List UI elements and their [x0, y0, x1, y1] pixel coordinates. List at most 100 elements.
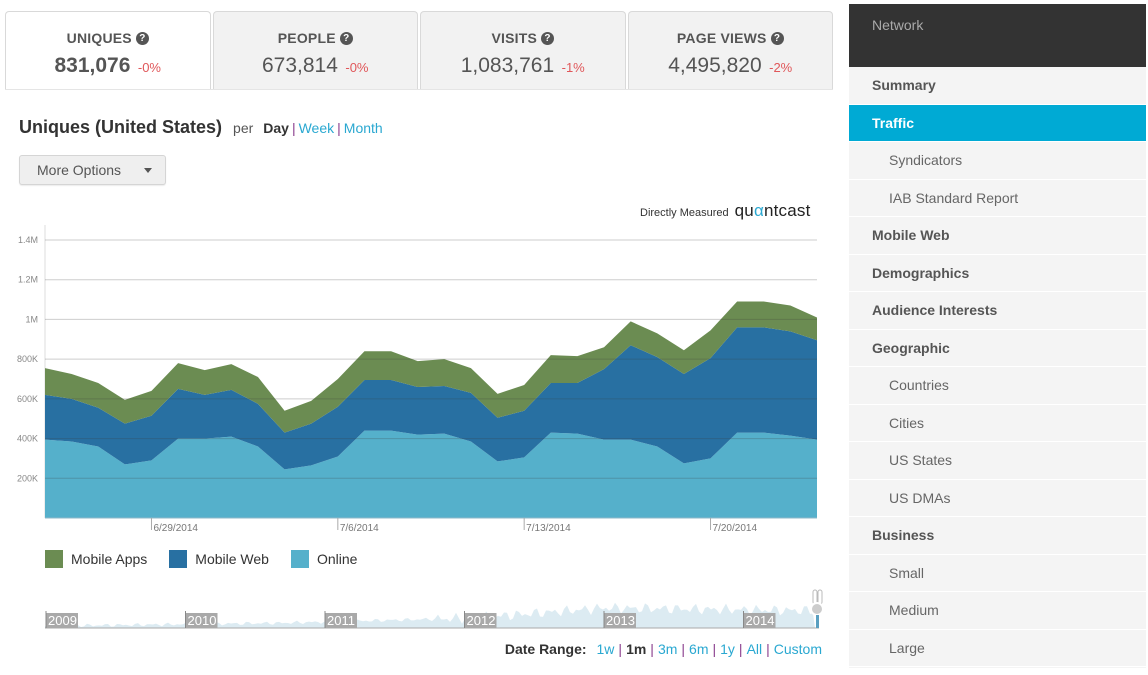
help-icon[interactable]: ?	[770, 31, 784, 45]
logo-accent: α	[753, 201, 764, 220]
legend-label: Mobile Web	[195, 551, 269, 567]
y-tick-label: 200K	[17, 473, 38, 483]
separator: |	[291, 120, 296, 136]
help-icon[interactable]: ?	[339, 31, 353, 45]
directly-measured-text: Directly Measured	[640, 207, 729, 219]
separator: |	[738, 641, 743, 657]
sidebar-item-cities[interactable]: Cities	[849, 405, 1146, 442]
navigator-selection	[816, 615, 819, 628]
handle-knob	[810, 602, 824, 616]
metric-label: UNIQUES	[66, 30, 132, 46]
date-range: Date Range: 1w | 1m | 3m | 6m | 1y | All…	[505, 641, 822, 657]
metric-label-wrap: UNIQUES ?	[67, 30, 149, 46]
sidebar-item-iab-standard-report[interactable]: IAB Standard Report	[849, 180, 1146, 217]
legend-item-mobile-apps[interactable]: Mobile Apps	[45, 550, 147, 568]
navigator-series	[45, 602, 815, 628]
metric-label-wrap: VISITS ?	[491, 30, 555, 46]
date-range-6m[interactable]: 6m	[689, 641, 708, 657]
metric-tab-uniques[interactable]: UNIQUES ? 831,076 -0%	[5, 11, 211, 90]
sidebar-item-medium[interactable]: Medium	[849, 592, 1146, 630]
separator: |	[766, 641, 770, 657]
y-tick-label: 1.4M	[18, 235, 38, 245]
navigator-year-label: 2011	[327, 613, 355, 628]
date-range-all[interactable]: All	[747, 641, 763, 657]
sidebar-item-traffic[interactable]: Traffic	[849, 104, 1146, 142]
x-tick-label: 6/29/2014	[153, 523, 198, 534]
separator: |	[650, 641, 654, 657]
y-tick-label: 800K	[17, 354, 38, 364]
handle-grip	[817, 589, 823, 605]
period-month[interactable]: Month	[344, 120, 383, 136]
logo-part: qu	[734, 201, 754, 220]
date-range-1w[interactable]: 1w	[597, 641, 615, 657]
help-icon[interactable]: ?	[135, 31, 149, 45]
directly-measured: Directly Measured quαntcast	[640, 201, 811, 221]
sidebar-item-us-states[interactable]: US States	[849, 442, 1146, 480]
sidebar-item-countries[interactable]: Countries	[849, 367, 1146, 405]
x-tick-label: 7/20/2014	[713, 523, 758, 534]
x-tick-label: 7/13/2014	[526, 523, 571, 534]
sidebar-item-syndicators[interactable]: Syndicators	[849, 142, 1146, 180]
y-tick-label: 1M	[25, 314, 38, 324]
metric-tab-visits[interactable]: VISITS ? 1,083,761 -1%	[420, 11, 626, 90]
metric-value: 1,083,761	[460, 54, 555, 77]
date-range-custom[interactable]: Custom	[774, 641, 822, 657]
sidebar-nav: Network Summary Traffic Syndicators IAB Sta…	[849, 4, 1146, 668]
metric-change: -0%	[137, 60, 161, 75]
date-range-label: Date Range:	[504, 641, 587, 657]
sidebar-item-small[interactable]: Small	[849, 555, 1146, 592]
date-range-3m[interactable]: 3m	[658, 641, 677, 657]
sidebar-item-mobile-web[interactable]: Mobile Web	[849, 217, 1146, 255]
metric-value: 4,495,820	[668, 54, 762, 77]
legend-item-online[interactable]: Online	[290, 550, 357, 568]
legend-swatch	[169, 550, 188, 568]
legend-swatch	[45, 550, 63, 568]
sidebar-item-geographic[interactable]: Geographic	[849, 330, 1146, 367]
date-range-1y[interactable]: 1y	[720, 641, 735, 657]
date-range-1m[interactable]: 1m	[626, 641, 646, 657]
metric-tab-page-views[interactable]: PAGE VIEWS ? 4,495,820 -2%	[627, 11, 833, 90]
chart-legend: Mobile Apps Mobile Web Online	[45, 550, 357, 568]
metric-value: 673,814	[262, 54, 338, 77]
date-navigator[interactable]: 2009 2010 2011 2012 2013 2014	[45, 588, 825, 633]
navigator-year-label: 2013	[606, 613, 635, 628]
uniques-area-chart: 200K 400K 600K 800K 1M 1.2M 1.4M 6/29/2014 7/6/2…	[17, 225, 817, 534]
sidebar-list: Summary Traffic Syndicators IAB Standard Re…	[849, 67, 1146, 667]
per-label: per	[233, 120, 254, 136]
sidebar-item-large[interactable]: Large	[849, 630, 1146, 667]
more-options-label: More Options	[37, 162, 122, 178]
separator: |	[712, 641, 717, 657]
sidebar-item-us-dmas[interactable]: US DMAs	[849, 480, 1146, 517]
handle-grip	[812, 589, 818, 605]
y-tick-label: 400K	[17, 434, 38, 444]
navigator-year-label: 2009	[48, 613, 77, 628]
chart-header: Uniques (United States) per Day | Week |…	[19, 117, 383, 138]
y-tick-label: 600K	[17, 394, 38, 404]
metric-tab-people[interactable]: PEOPLE ? 673,814 -0%	[212, 11, 418, 90]
metric-label-wrap: PAGE VIEWS ?	[677, 30, 784, 46]
metric-value-row: 1,083,761 -1%	[421, 54, 625, 78]
period-day[interactable]: Day	[263, 120, 289, 136]
metric-tabs: UNIQUES ? 831,076 -0% PEOPLE ? 673,814 -…	[5, 11, 833, 90]
separator: |	[618, 641, 623, 657]
metric-value: 831,076	[54, 54, 131, 77]
chart-title: Uniques (United States)	[19, 117, 223, 137]
sidebar-item-summary[interactable]: Summary	[849, 67, 1146, 105]
metric-change: -1%	[561, 60, 585, 75]
quantcast-logo: quαntcast	[735, 201, 811, 221]
y-tick-label: 1.2M	[18, 275, 38, 285]
logo-part: ntcast	[763, 201, 811, 220]
metric-label: PAGE VIEWS	[676, 30, 767, 46]
help-icon[interactable]: ?	[541, 31, 555, 45]
tabs-divider	[5, 89, 833, 90]
separator: |	[681, 641, 686, 657]
period-week[interactable]: Week	[299, 120, 335, 136]
metric-label: VISITS	[491, 30, 538, 46]
more-options-dropdown[interactable]: More Options	[19, 155, 166, 185]
legend-item-mobile-web[interactable]: Mobile Web	[169, 550, 269, 568]
sidebar-item-audience-interests[interactable]: Audience Interests	[849, 292, 1146, 330]
sidebar-item-demographics[interactable]: Demographics	[849, 255, 1146, 292]
navigator-year-label: 2010	[188, 613, 217, 628]
metric-value-row: 673,814 -0%	[214, 54, 418, 78]
sidebar-item-business[interactable]: Business	[849, 517, 1146, 555]
